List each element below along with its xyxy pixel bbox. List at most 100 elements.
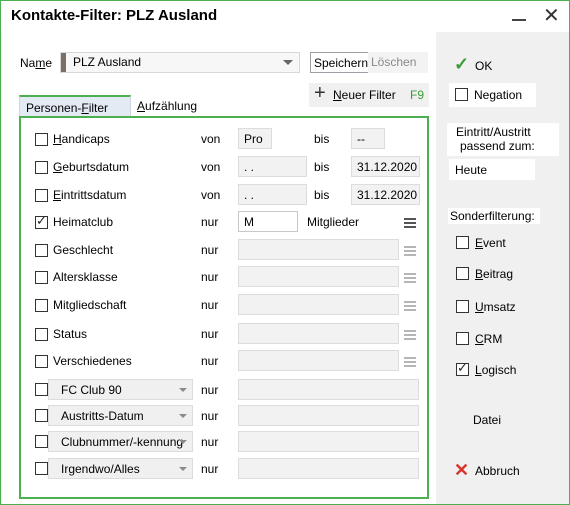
mitgliedschaft-field[interactable] <box>238 294 399 315</box>
eintrittsdatum-checkbox[interactable] <box>35 189 48 202</box>
beitrag-checkbox[interactable] <box>456 267 469 280</box>
chevron-down-icon <box>179 467 187 471</box>
custom-filter-1-field[interactable] <box>238 379 419 400</box>
chevron-down-icon <box>179 388 187 392</box>
geburtsdatum-label: Geburtsdatum <box>53 160 130 174</box>
custom-filter-3-mode: nur <box>201 435 219 449</box>
eintrittsdatum-label: Eintrittsdatum <box>53 188 127 202</box>
geschlecht-field[interactable] <box>238 239 399 260</box>
status-list-icon[interactable] <box>404 330 416 340</box>
negation-toggle[interactable]: Negation <box>449 83 536 107</box>
custom-filter-2-field[interactable] <box>238 405 419 426</box>
status-label: Status <box>53 327 88 341</box>
geburtsdatum-to-field[interactable]: 31.12.2020 <box>351 156 420 177</box>
altersklasse-checkbox[interactable] <box>35 271 48 284</box>
handicaps-from-field[interactable]: Pro <box>238 128 272 149</box>
tab-aufzaehlung[interactable]: Aufzählung <box>131 95 217 117</box>
eintritt-value-field[interactable]: Heute <box>449 159 535 180</box>
custom-filter-3-field[interactable] <box>238 431 419 452</box>
geschlecht-mode: nur <box>201 243 219 257</box>
checkmark-icon: ✓ <box>454 54 470 74</box>
cancel-label: Abbruch <box>475 464 520 478</box>
heimatclub-checkbox[interactable]: ✓ <box>35 213 48 229</box>
custom-filter-3-select[interactable]: Clubnummer/-kennung <box>48 431 193 452</box>
new-filter-button[interactable]: + Neuer Filter F9 <box>309 82 429 107</box>
verschiedenes-checkbox[interactable] <box>35 355 48 368</box>
eintrittsdatum-from-field[interactable]: . . <box>238 184 307 205</box>
save-button[interactable]: Speichern <box>310 52 373 73</box>
minimize-button[interactable] <box>506 5 532 27</box>
geburtsdatum-checkbox[interactable] <box>35 161 48 174</box>
geburtsdatum-from-field[interactable]: . . <box>238 156 307 177</box>
custom-filter-1-checkbox[interactable] <box>35 383 48 396</box>
logisch-checkbox[interactable]: ✓ <box>456 360 469 376</box>
crm-checkbox[interactable] <box>456 332 469 345</box>
plus-icon: + <box>314 82 326 104</box>
event-checkbox[interactable] <box>456 236 469 249</box>
heimatclub-field[interactable]: M <box>238 211 298 232</box>
logisch-label: Logisch <box>475 363 517 377</box>
custom-filter-1-select[interactable]: FC Club 90 <box>48 379 193 400</box>
handicaps-to-field[interactable]: -- <box>351 128 385 149</box>
filter-name-select[interactable]: PLZ Ausland <box>60 52 300 73</box>
custom-filter-2-checkbox[interactable] <box>35 409 48 422</box>
eintrittsdatum-to-field[interactable]: 31.12.2020 <box>351 184 420 205</box>
geburtsdatum-to-label: bis <box>314 160 330 174</box>
name-color-bar <box>61 53 66 72</box>
checkmark-icon: ✓ <box>36 213 47 228</box>
geschlecht-checkbox[interactable] <box>35 244 48 257</box>
umsatz-checkbox[interactable] <box>456 300 469 313</box>
custom-filter-2-select[interactable]: Austritts-Datum <box>48 405 193 426</box>
custom-filter-4-checkbox[interactable] <box>35 462 48 475</box>
custom-filter-4-select[interactable]: Irgendwo/Alles <box>48 458 193 479</box>
heimatclub-suffix: Mitglieder <box>307 215 360 229</box>
eintrittsdatum-mode: von <box>201 188 221 202</box>
custom-filter-4-field[interactable] <box>238 458 419 479</box>
heimatclub-label: Heimatclub <box>53 215 114 229</box>
altersklasse-field[interactable] <box>238 266 399 287</box>
sonder-caption: Sonderfilterung: <box>448 208 540 224</box>
new-filter-label: Neuer Filter <box>333 88 396 102</box>
chevron-down-icon <box>283 60 293 65</box>
minimize-icon <box>512 19 526 21</box>
eintrittsdatum-to-label: bis <box>314 188 330 202</box>
custom-filter-4-mode: nur <box>201 462 219 476</box>
x-icon: ✕ <box>454 460 470 480</box>
cancel-button[interactable]: ✕ Abbruch <box>454 460 549 482</box>
mitgliedschaft-mode: nur <box>201 298 219 312</box>
geschlecht-list-icon[interactable] <box>404 246 416 256</box>
datei-button[interactable]: Datei <box>473 413 501 427</box>
right-panel: ✓ OK Negation Eintritt/Austritt passend … <box>436 32 569 504</box>
beitrag-label: Beitrag <box>475 267 514 281</box>
status-checkbox[interactable] <box>35 328 48 341</box>
verschiedenes-mode: nur <box>201 354 219 368</box>
eintritt-caption: Eintritt/Austritt passend zum: <box>447 123 559 156</box>
custom-filter-1-value: FC Club 90 <box>61 383 122 397</box>
altersklasse-mode: nur <box>201 270 219 284</box>
geburtsdatum-mode: von <box>201 160 221 174</box>
eintritt-line1: Eintritt/Austritt <box>456 125 531 139</box>
verschiedenes-list-icon[interactable] <box>404 357 416 367</box>
close-icon: ✕ <box>543 5 560 27</box>
ok-button[interactable]: ✓ OK <box>454 54 544 76</box>
chevron-down-icon <box>179 440 187 444</box>
custom-filter-2-mode: nur <box>201 409 219 423</box>
sonder-label: Sonderfilterung: <box>450 209 535 223</box>
custom-filter-3-checkbox[interactable] <box>35 435 48 448</box>
heimatclub-list-icon[interactable] <box>404 218 416 228</box>
checkmark-icon: ✓ <box>457 360 468 375</box>
verschiedenes-field[interactable] <box>238 350 399 371</box>
chevron-down-icon <box>179 414 187 418</box>
mitgliedschaft-list-icon[interactable] <box>404 301 416 311</box>
mitgliedschaft-checkbox[interactable] <box>35 299 48 312</box>
status-field[interactable] <box>238 323 399 344</box>
umsatz-label: Umsatz <box>475 300 516 314</box>
name-label: Name <box>20 56 53 70</box>
new-filter-shortcut: F9 <box>410 88 425 102</box>
tab-personen-filter[interactable]: Personen-Filter <box>19 95 131 117</box>
handicaps-checkbox[interactable] <box>35 133 48 146</box>
altersklasse-list-icon[interactable] <box>404 273 416 283</box>
negation-checkbox[interactable] <box>455 88 468 101</box>
close-button[interactable]: ✕ <box>539 5 565 27</box>
delete-button[interactable]: Löschen <box>368 52 428 73</box>
